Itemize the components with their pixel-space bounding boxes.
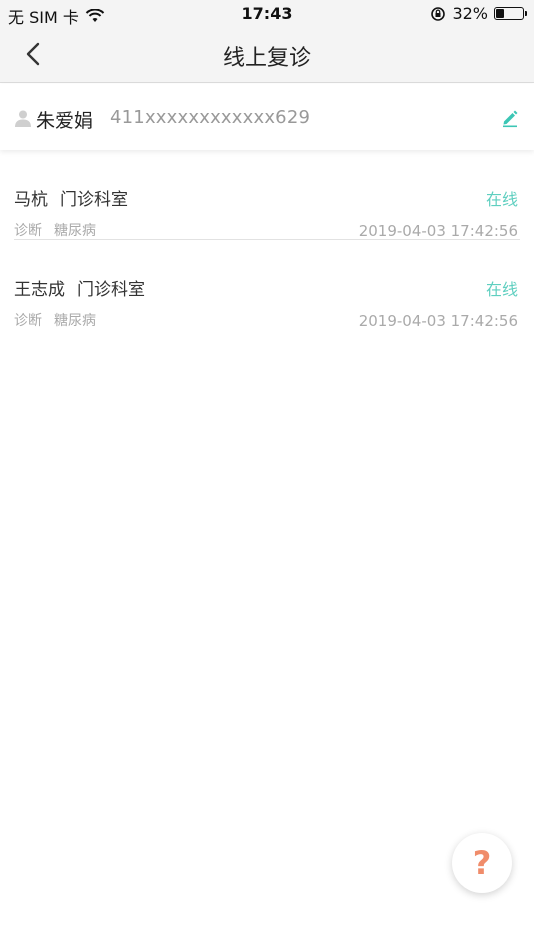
battery-fill — [496, 9, 504, 18]
doctor-info: 王志成 门诊科室 — [14, 275, 145, 300]
question-mark-icon: ? — [472, 844, 492, 882]
diagnosis-value: 糖尿病 — [54, 313, 96, 329]
user-icon — [15, 110, 31, 127]
diagnosis-info: 诊断 糖尿病 — [14, 310, 96, 330]
patient-name: 朱爱娟 — [36, 110, 94, 132]
department-name: 门诊科室 — [77, 280, 145, 300]
diagnosis-info: 诊断 糖尿病 — [14, 220, 96, 240]
battery-percent: 32% — [452, 4, 488, 23]
rotation-lock-icon — [431, 6, 446, 21]
department-name: 门诊科室 — [60, 190, 128, 210]
status-bar: 无 SIM 卡 17:43 32% — [0, 0, 534, 28]
list-item[interactable]: 马杭 门诊科室 在线 诊断 糖尿病 2019-04-03 17:42:56 — [0, 150, 534, 240]
status-badge: 在线 — [485, 190, 518, 209]
battery-icon — [494, 7, 527, 20]
header-area: 无 SIM 卡 17:43 32% 线上复诊 — [0, 0, 534, 82]
doctor-name: 马杭 — [14, 190, 48, 210]
visit-time: 2019-04-03 17:42:56 — [358, 312, 518, 330]
doctor-info: 马杭 门诊科室 — [14, 185, 128, 210]
patient-id-number: 411xxxxxxxxxxxx629 — [110, 107, 311, 128]
diagnosis-value: 糖尿病 — [54, 223, 96, 239]
diagnosis-label: 诊断 — [14, 223, 42, 239]
visit-time: 2019-04-03 17:42:56 — [358, 222, 518, 240]
patient-card: 朱爱娟 411xxxxxxxxxxxx629 — [0, 84, 534, 150]
nav-bar: 线上复诊 — [0, 28, 534, 82]
help-button[interactable]: ? — [452, 833, 512, 893]
diagnosis-label: 诊断 — [14, 313, 42, 329]
edit-pencil-icon — [503, 110, 518, 128]
page-title: 线上复诊 — [222, 46, 311, 71]
edit-patient-button[interactable] — [500, 108, 520, 128]
status-badge: 在线 — [485, 280, 518, 299]
header-divider — [0, 82, 534, 83]
doctor-name: 王志成 — [14, 280, 65, 300]
visit-list: 马杭 门诊科室 在线 诊断 糖尿病 2019-04-03 17:42:56 王志… — [0, 150, 534, 330]
status-right-group: 32% — [430, 4, 527, 23]
list-item[interactable]: 王志成 门诊科室 在线 诊断 糖尿病 2019-04-03 17:42:56 — [0, 240, 534, 330]
